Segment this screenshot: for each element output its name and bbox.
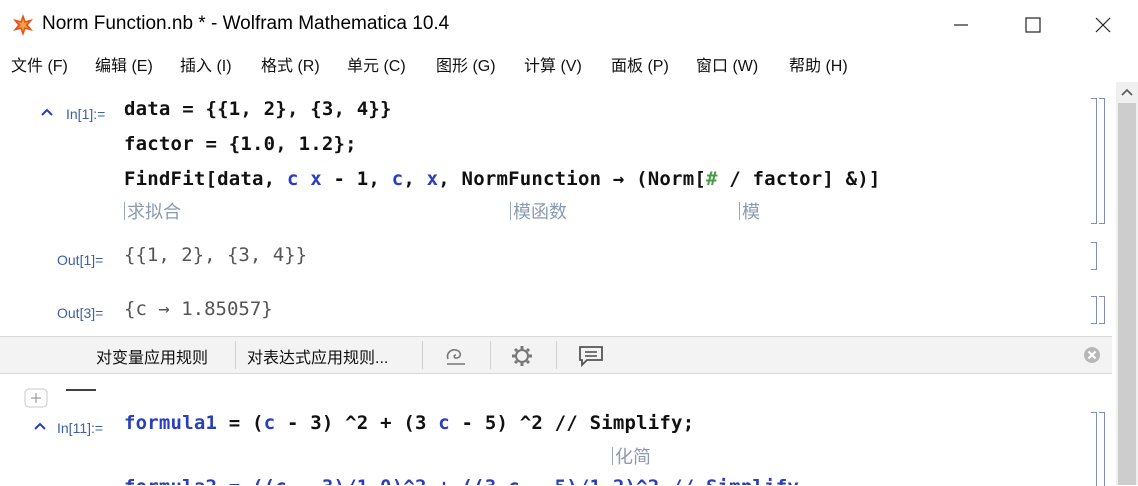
out3-value[interactable]: {c → 1.85057} (124, 298, 273, 320)
menu-insert[interactable]: 插入 (I) (180, 52, 232, 76)
gear-icon[interactable] (510, 344, 534, 368)
chevron-up-icon (1121, 88, 1133, 96)
code-text: formula2 = ((c - 3)/1.0)^2 + ((3 c - 5)/… (124, 476, 799, 485)
code-text: / factor] &)] (717, 168, 881, 190)
cell-bracket[interactable] (1091, 242, 1097, 270)
out3-label: Out[3]= (57, 305, 104, 321)
suggestions-bar: 对变量应用规则 对表达式应用规则... (0, 336, 1112, 374)
minimize-icon (954, 24, 968, 26)
out1-value[interactable]: {{1, 2}, {3, 4}} (124, 244, 307, 266)
symbol-c: c (263, 412, 276, 434)
separator (556, 341, 557, 369)
cell-bracket[interactable] (1091, 296, 1097, 324)
in1-line3[interactable]: FindFit[data, c x - 1, c, x, NormFunctio… (124, 168, 881, 190)
group-bracket[interactable] (1099, 412, 1105, 486)
in1-label: In[1]:= (66, 106, 106, 122)
scroll-up-button[interactable] (1116, 82, 1138, 102)
slot-symbol: # (705, 168, 718, 190)
close-icon (1095, 17, 1111, 33)
separator (422, 341, 423, 369)
in11-line[interactable]: formula1 = (c - 3) ^2 + (3 c - 5) ^2 // … (124, 412, 694, 434)
code-text: = ( (217, 412, 264, 434)
symbol-c: c (286, 168, 299, 190)
in1-line2[interactable]: factor = {1.0, 1.2}; (124, 133, 357, 155)
cell-bracket[interactable] (1091, 412, 1097, 486)
code-text: , (403, 168, 427, 190)
menu-format[interactable]: 格式 (R) (261, 52, 320, 76)
notebook-area[interactable]: In[1]:= data = {{1, 2}, {3, 4}} factor =… (0, 82, 1112, 486)
hint-normfunction: 模函数 (510, 198, 567, 224)
in11-label: In[11]:= (57, 420, 104, 436)
group-bracket[interactable] (1099, 296, 1105, 324)
group-bracket[interactable] (1099, 98, 1105, 224)
menu-palettes[interactable]: 面板 (P) (611, 52, 669, 76)
history-swirl-icon[interactable] (443, 345, 469, 367)
in1-line1[interactable]: data = {{1, 2}, {3, 4}} (124, 98, 392, 120)
code-text: - 1, (321, 168, 392, 190)
menu-edit[interactable]: 编辑 (E) (95, 52, 153, 76)
menu-graphics[interactable]: 图形 (G) (436, 52, 496, 76)
symbol-x: x (426, 168, 439, 190)
menu-help[interactable]: 帮助 (H) (789, 52, 848, 76)
menu-evaluation[interactable]: 计算 (V) (524, 52, 582, 76)
code-text: - 5) ^2 // Simplify; (449, 412, 695, 434)
mathematica-icon (13, 14, 33, 36)
close-suggestions-icon[interactable] (1083, 346, 1101, 364)
hint-findfit: 求拟合 (124, 198, 181, 224)
out1-label: Out[1]= (57, 252, 104, 268)
title-bar: Norm Function.nb * - Wolfram Mathematica… (0, 0, 1138, 50)
code-text: FindFit[data, (124, 168, 287, 190)
window-title: Norm Function.nb * - Wolfram Mathematica… (42, 13, 450, 34)
symbol-c: c (438, 412, 450, 434)
close-button[interactable] (1068, 0, 1138, 50)
hint-simplify: 化简 (612, 443, 651, 469)
feedback-speech-icon[interactable] (577, 344, 605, 368)
separator (490, 341, 491, 369)
in12-line-partial[interactable]: formula2 = ((c - 3)/1.0)^2 + ((3 c - 5)/… (124, 476, 799, 485)
minimize-button[interactable] (926, 0, 996, 50)
code-text: - 3) ^2 + (3 (275, 412, 439, 434)
collapse-chevron-icon[interactable] (34, 422, 46, 430)
menu-cell[interactable]: 单元 (C) (347, 52, 406, 76)
symbol-formula1: formula1 (124, 412, 218, 434)
separator (235, 341, 236, 369)
hint-norm: 模 (739, 198, 760, 224)
cell-insertion-plus-icon[interactable] (24, 387, 104, 409)
apply-rules-to-variable-button[interactable]: 对变量应用规则 (96, 344, 208, 368)
menu-window[interactable]: 窗口 (W) (696, 52, 758, 76)
menu-file[interactable]: 文件 (F) (11, 52, 68, 76)
maximize-icon (1025, 17, 1041, 33)
scrollbar-thumb[interactable] (1118, 103, 1136, 485)
cell-bracket[interactable] (1091, 98, 1097, 224)
maximize-button[interactable] (998, 0, 1068, 50)
menu-bar: 文件 (F) 编辑 (E) 插入 (I) 格式 (R) 单元 (C) 图形 (G… (0, 50, 1138, 78)
collapse-chevron-icon[interactable] (41, 108, 53, 116)
symbol-x: x (310, 168, 322, 190)
code-text: , NormFunction → (Norm[ (438, 168, 706, 190)
apply-rules-to-expression-button[interactable]: 对表达式应用规则... (247, 344, 388, 368)
symbol-c: c (391, 168, 404, 190)
